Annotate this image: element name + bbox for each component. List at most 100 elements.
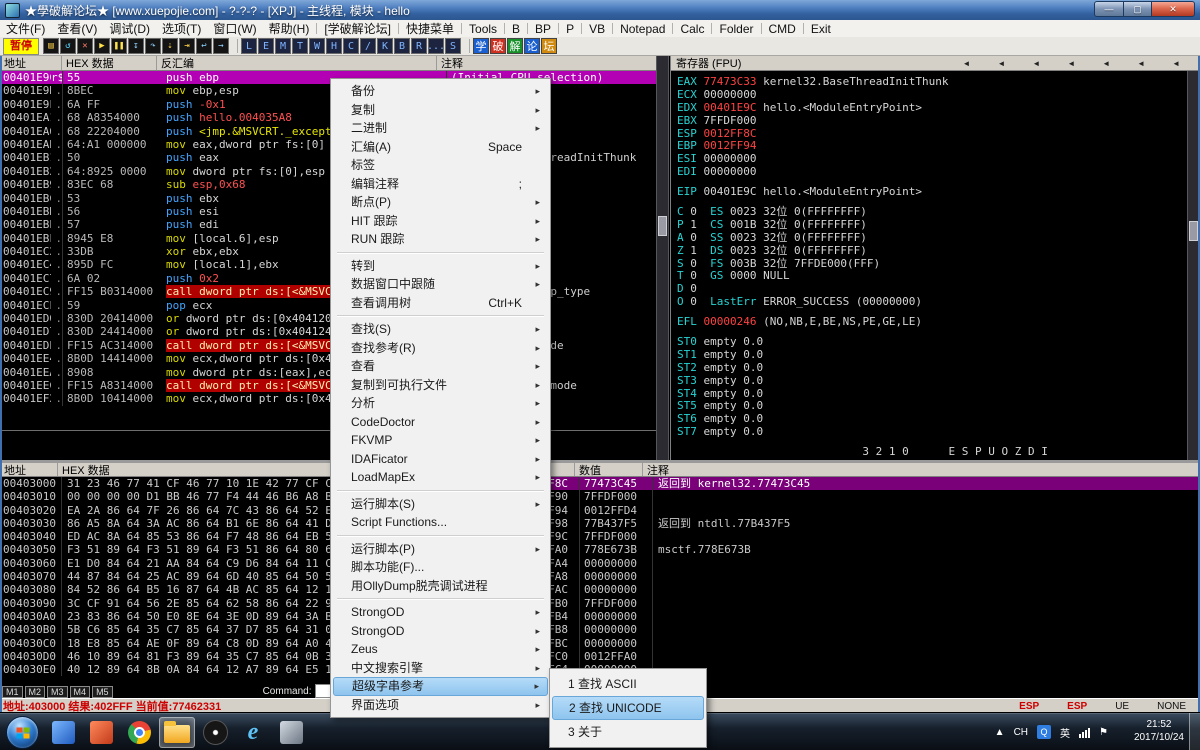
close-process-icon[interactable]: ✕ bbox=[77, 38, 93, 54]
close-button[interactable]: ✕ bbox=[1152, 1, 1195, 17]
disassembly-row[interactable]: 00401E9D. 8BEC mov ebp,esp bbox=[0, 84, 656, 98]
register-line[interactable]: EFL 00000246 (NO,NB,E,BE,NS,PE,GE,LE) bbox=[677, 315, 1187, 329]
tray-qq-icon[interactable]: Q bbox=[1037, 725, 1052, 739]
memory-tab[interactable]: M2 bbox=[24, 686, 46, 698]
context-menu-item[interactable]: 备份 ▸ bbox=[333, 82, 548, 101]
toolbar-plugin-button[interactable]: C bbox=[343, 38, 359, 54]
trace-over-icon[interactable]: ⇥ bbox=[179, 38, 195, 54]
taskbar-app-disc[interactable] bbox=[197, 717, 233, 748]
toolbar-plugin-button[interactable]: K bbox=[377, 38, 393, 54]
collapse-arrow-icon[interactable]: ◄ bbox=[1137, 59, 1145, 68]
context-menu-item[interactable]: 查找(S) ▸ bbox=[333, 320, 548, 339]
maximize-button[interactable]: ▢ bbox=[1124, 1, 1152, 17]
disassembly-row[interactable]: 00401EC9. FF15 B0314000 call dword ptr ds:… bbox=[0, 285, 656, 299]
show-desktop-button[interactable] bbox=[1189, 713, 1200, 750]
disassembly-row[interactable]: 00401EA1. 68 A8354000 push hello.004035A8 bbox=[0, 111, 656, 125]
stack-row[interactable]: 0012FF9877B437F5返回到 ntdll.77B437F5 bbox=[511, 516, 1200, 531]
stack-row[interactable]: 0012FFA800000000 bbox=[511, 570, 1200, 584]
disassembly-row[interactable]: 00401EC4. 895D FC mov [local.1],ebx bbox=[0, 258, 656, 272]
submenu-item[interactable]: 3 关于 bbox=[552, 720, 704, 744]
register-line[interactable]: 3 2 1 0 E S P U O Z D I bbox=[677, 445, 1187, 459]
memory-tab[interactable]: M3 bbox=[47, 686, 68, 698]
context-menu-item[interactable]: 查看 ▸ bbox=[333, 357, 548, 376]
menubar-item[interactable]: 快捷菜单 bbox=[400, 20, 460, 37]
menubar-item[interactable]: Tools bbox=[463, 22, 503, 36]
context-menu-item[interactable]: CodeDoctor ▸ bbox=[333, 413, 548, 432]
run-icon[interactable]: ▶ bbox=[94, 38, 110, 54]
toolbar-plugin-button[interactable]: B bbox=[394, 38, 410, 54]
disassembly-row[interactable]: 00401EDE. FF15 AC314000 call dword ptr ds:… bbox=[0, 338, 656, 353]
context-menu-item[interactable]: Script Functions... bbox=[333, 513, 548, 532]
menubar-item[interactable]: 选项(T) bbox=[156, 20, 207, 37]
register-line[interactable]: ST7 empty 0.0 bbox=[677, 425, 1187, 439]
disassembly-row[interactable]: 00401EB1.50push eaxkernel32.BaseThreadIn… bbox=[0, 151, 656, 165]
menubar-item[interactable]: 窗口(W) bbox=[207, 20, 262, 37]
trace-into-icon[interactable]: ⇣ bbox=[162, 38, 178, 54]
collapse-arrow-icon[interactable]: ◄ bbox=[997, 59, 1005, 68]
context-menu-item[interactable]: 查看调用树 Ctrl+K bbox=[333, 294, 548, 313]
collapse-arrow-icon[interactable]: ◄ bbox=[1172, 59, 1180, 68]
register-line[interactable]: O 0 LastErr ERROR_SUCCESS (00000000) bbox=[677, 295, 1187, 309]
disassembly-row[interactable]: 00401ED0. 830D 20414000 or dword ptr ds:[0… bbox=[0, 312, 656, 326]
taskbar-explorer[interactable] bbox=[159, 716, 195, 748]
context-menu-item[interactable]: 二进制 ▸ bbox=[333, 119, 548, 138]
taskbar-app-blue[interactable] bbox=[45, 717, 81, 748]
disassembly-row[interactable]: 00401EB2. 64:8925 0000 mov dword ptr fs:[0… bbox=[0, 164, 656, 179]
toolbar-plugin-button[interactable]: H bbox=[326, 38, 342, 54]
context-menu-item[interactable]: IDAFicator ▸ bbox=[333, 450, 548, 469]
toolbar-brand-button[interactable]: 破 bbox=[490, 38, 506, 54]
register-line[interactable]: EDI 00000000 bbox=[677, 165, 1187, 179]
stack-row[interactable]: 0012FFB400000000 bbox=[511, 609, 1200, 624]
taskbar-clock[interactable]: 21:52 2017/10/24 bbox=[1134, 718, 1184, 744]
start-button[interactable] bbox=[6, 716, 39, 749]
scrollbar-thumb[interactable] bbox=[658, 216, 667, 236]
step-into-icon[interactable]: ↧ bbox=[128, 38, 144, 54]
menubar-item[interactable]: Notepad bbox=[614, 22, 671, 36]
submenu-item[interactable]: 2 查找 UNICODE bbox=[552, 696, 704, 720]
disassembly-row[interactable]: 00401E9Cr$55push ebp(Initial CPU selecti… bbox=[0, 71, 656, 85]
step-over-icon[interactable]: ↷ bbox=[145, 38, 161, 54]
menubar-item[interactable]: Folder bbox=[713, 22, 759, 36]
taskbar-chrome[interactable] bbox=[121, 717, 157, 748]
collapse-arrow-icon[interactable]: ◄ bbox=[1102, 59, 1110, 68]
menubar-item[interactable]: BP bbox=[529, 22, 557, 36]
register-line[interactable]: T 0 GS 0000 NULL bbox=[677, 270, 1187, 283]
menubar-item[interactable]: Calc bbox=[674, 22, 710, 36]
menubar-item[interactable]: B bbox=[506, 22, 526, 36]
context-menu-item[interactable]: FKVMP ▸ bbox=[333, 431, 548, 450]
minimize-button[interactable]: — bbox=[1094, 1, 1124, 17]
menubar-item[interactable]: 调试(D) bbox=[103, 20, 156, 37]
memory-tab[interactable]: M4 bbox=[69, 686, 91, 698]
tray-ime-mode[interactable]: 英 bbox=[1060, 725, 1070, 740]
context-menu-item[interactable]: 运行脚本(P) ▸ bbox=[333, 540, 548, 559]
stack-row[interactable]: 0012FF9C7FFDF000 bbox=[511, 530, 1200, 544]
menubar-item[interactable]: 查看(V) bbox=[51, 20, 103, 37]
context-menu-item[interactable]: 脚本功能(F)... bbox=[333, 558, 548, 577]
context-menu-item[interactable]: LoadMapEx ▸ bbox=[333, 468, 548, 487]
toolbar-brand-button[interactable]: 学 bbox=[473, 38, 489, 54]
disassembly-row[interactable]: 00401EA6. 68 22204000 push <jmp.&MSVCRT._e… bbox=[0, 124, 656, 138]
stack-row[interactable]: 0012FFAC00000000 bbox=[511, 583, 1200, 597]
stack-row[interactable]: 0012FFA0778E673Bmsctf.778E673B bbox=[511, 543, 1200, 557]
toolbar-plugin-button[interactable]: M bbox=[275, 38, 291, 54]
context-menu-item[interactable]: 转到 ▸ bbox=[333, 257, 548, 276]
disassembly-row[interactable]: 00401EAB. 64:A1 000000 mov eax,dword ptr f… bbox=[0, 137, 656, 152]
context-menu-item[interactable]: 编辑注释; bbox=[333, 175, 548, 194]
context-menu-item[interactable]: 复制到可执行文件 ▸ bbox=[333, 376, 548, 395]
execute-till-return-icon[interactable]: ↩ bbox=[196, 38, 212, 54]
toolbar-plugin-button[interactable]: R bbox=[411, 38, 427, 54]
memory-tab[interactable]: M1 bbox=[2, 686, 23, 698]
context-menu-item[interactable]: Zeus ▸ bbox=[333, 640, 548, 659]
toolbar-plugin-button[interactable]: T bbox=[292, 38, 308, 54]
disassembly-row[interactable]: 00401EC2. 33DB xor ebx,ebx bbox=[0, 245, 656, 259]
toolbar-plugin-button[interactable]: S bbox=[445, 38, 461, 54]
disassembly-row[interactable]: 00401EBF. 8945 E8 mov [local.6],esp bbox=[0, 231, 656, 246]
disassembly-row[interactable]: 00401EBE. 57 push edi bbox=[0, 218, 656, 232]
toolbar-brand-button[interactable]: 坛 bbox=[541, 38, 557, 54]
menubar-item[interactable]: 文件(F) bbox=[0, 20, 51, 37]
context-menu-item[interactable]: 断点(P) ▸ bbox=[333, 193, 548, 212]
register-line[interactable]: EIP 00401E9C hello.<ModuleEntryPoint> bbox=[677, 185, 1187, 199]
context-menu-item[interactable]: 运行脚本(S) ▸ bbox=[333, 495, 548, 514]
toolbar-brand-button[interactable]: 论 bbox=[524, 38, 540, 54]
collapse-arrow-icon[interactable]: ◄ bbox=[1032, 59, 1040, 68]
